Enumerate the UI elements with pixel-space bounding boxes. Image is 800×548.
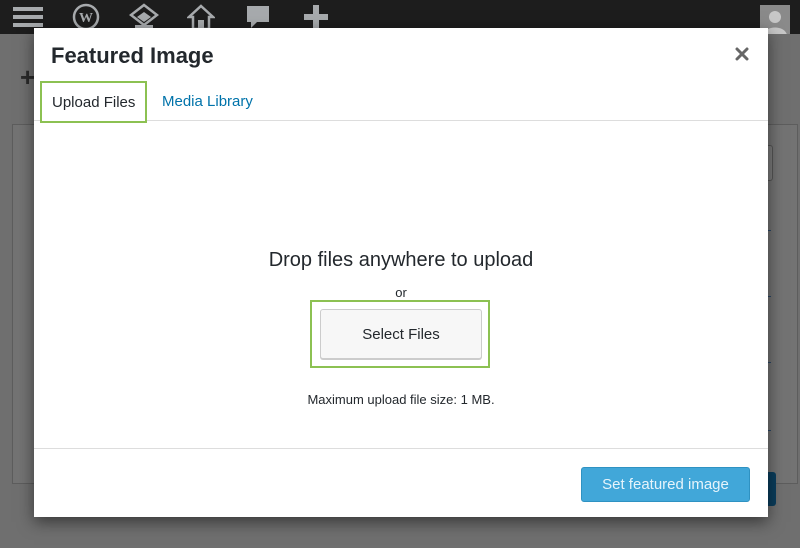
tab-media-library[interactable]: Media Library xyxy=(151,81,264,121)
featured-image-modal: Featured Image Upload Files Media Librar… xyxy=(34,28,768,517)
set-featured-image-button[interactable]: Set featured image xyxy=(581,467,750,502)
modal-title: Featured Image xyxy=(51,43,214,68)
drop-instructions: Drop files anywhere to upload xyxy=(268,249,534,271)
or-separator: or xyxy=(395,285,407,300)
comments-icon[interactable] xyxy=(242,4,274,30)
select-files-highlight: Select Files xyxy=(310,300,490,368)
close-button[interactable] xyxy=(730,42,754,66)
modal-toolbar: Set featured image xyxy=(34,448,768,517)
upload-drop-zone[interactable]: Drop files anywhere to upload or Select … xyxy=(34,122,768,448)
site-icon[interactable] xyxy=(128,3,160,30)
new-content-icon[interactable] xyxy=(300,4,332,30)
tab-upload-files[interactable]: Upload Files xyxy=(40,81,148,123)
add-icon: + xyxy=(20,62,36,92)
home-icon[interactable] xyxy=(185,4,217,31)
svg-text:W: W xyxy=(79,11,93,26)
modal-tabs: Upload Files Media Library xyxy=(34,81,768,123)
wordpress-logo-icon[interactable]: W xyxy=(70,3,102,31)
max-upload-size: Maximum upload file size: 1 MB. xyxy=(307,392,495,407)
select-files-button[interactable]: Select Files xyxy=(320,309,482,359)
menu-icon[interactable] xyxy=(12,4,44,30)
close-icon xyxy=(735,47,749,61)
